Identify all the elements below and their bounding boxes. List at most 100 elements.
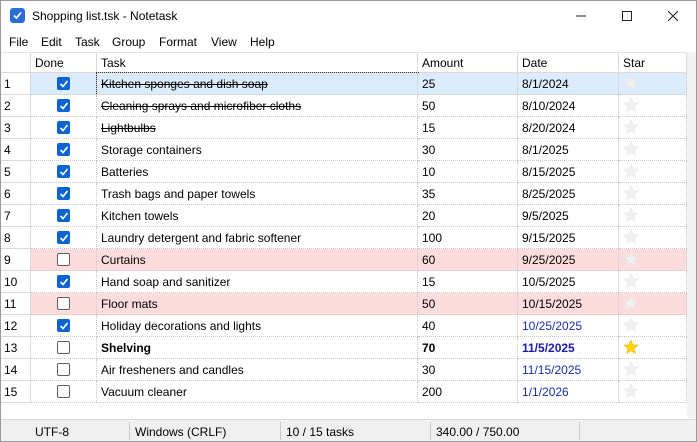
date-cell[interactable]: 10/25/2025 — [518, 315, 619, 337]
star-empty-icon[interactable] — [623, 295, 639, 314]
date-cell[interactable]: 9/5/2025 — [518, 205, 619, 227]
done-checkbox[interactable] — [57, 341, 70, 354]
task-row[interactable]: 11 Floor mats 50 10/15/2025 — [1, 293, 687, 315]
amount-cell[interactable]: 40 — [418, 315, 518, 337]
star-empty-icon[interactable] — [623, 251, 639, 270]
task-row[interactable]: 6 Trash bags and paper towels 35 8/25/2025 — [1, 183, 687, 205]
task-cell[interactable]: Floor mats — [97, 293, 418, 315]
amount-cell[interactable]: 30 — [418, 359, 518, 381]
star-empty-icon[interactable] — [623, 361, 639, 380]
task-row[interactable]: 15 Vacuum cleaner 200 1/1/2026 — [1, 381, 687, 403]
amount-cell[interactable]: 15 — [418, 271, 518, 293]
task-row[interactable]: 4 Storage containers 30 8/1/2025 — [1, 139, 687, 161]
menu-group[interactable]: Group — [112, 35, 145, 49]
date-cell[interactable]: 8/1/2025 — [518, 139, 619, 161]
task-cell[interactable]: Laundry detergent and fabric softener — [97, 227, 418, 249]
task-row[interactable]: 8 Laundry detergent and fabric softener 10… — [1, 227, 687, 249]
date-cell[interactable]: 10/5/2025 — [518, 271, 619, 293]
amount-cell[interactable]: 200 — [418, 381, 518, 403]
done-checkbox[interactable] — [57, 385, 70, 398]
star-empty-icon[interactable] — [623, 119, 639, 138]
star-empty-icon[interactable] — [623, 141, 639, 160]
task-grid[interactable]: Done Task Amount Date Star 1 Kitchen spon… — [1, 52, 687, 418]
star-empty-icon[interactable] — [623, 207, 639, 226]
amount-cell[interactable]: 15 — [418, 117, 518, 139]
star-empty-icon[interactable] — [623, 75, 639, 94]
task-row[interactable]: 12 Holiday decorations and lights 40 10/25/… — [1, 315, 687, 337]
task-cell[interactable]: Hand soap and sanitizer — [97, 271, 418, 293]
star-empty-icon[interactable] — [623, 185, 639, 204]
date-cell[interactable]: 8/1/2024 — [518, 73, 619, 95]
column-header-date[interactable]: Date — [518, 53, 619, 73]
amount-cell[interactable]: 70 — [418, 337, 518, 359]
menu-format[interactable]: Format — [159, 35, 197, 49]
task-cell[interactable]: Lightbulbs — [97, 117, 418, 139]
task-cell[interactable]: Batteries — [97, 161, 418, 183]
done-checkbox[interactable] — [57, 253, 70, 266]
column-header-amount[interactable]: Amount — [418, 53, 518, 73]
done-checkbox[interactable] — [57, 165, 70, 178]
date-cell[interactable]: 8/10/2024 — [518, 95, 619, 117]
amount-cell[interactable]: 10 — [418, 161, 518, 183]
star-empty-icon[interactable] — [623, 273, 639, 292]
column-header-done[interactable]: Done — [31, 53, 97, 73]
task-cell[interactable]: Trash bags and paper towels — [97, 183, 418, 205]
task-cell[interactable]: Air fresheners and candles — [97, 359, 418, 381]
menu-task[interactable]: Task — [75, 35, 100, 49]
star-empty-icon[interactable] — [623, 97, 639, 116]
task-cell[interactable]: Vacuum cleaner — [97, 381, 418, 403]
task-cell[interactable]: Cleaning sprays and microfiber cloths — [97, 95, 418, 117]
star-empty-icon[interactable] — [623, 229, 639, 248]
task-row[interactable]: 10 Hand soap and sanitizer 15 10/5/2025 — [1, 271, 687, 293]
menu-edit[interactable]: Edit — [41, 35, 62, 49]
amount-cell[interactable]: 25 — [418, 73, 518, 95]
vertical-scrollbar[interactable] — [687, 52, 696, 418]
date-cell[interactable]: 8/20/2024 — [518, 117, 619, 139]
done-checkbox[interactable] — [57, 143, 70, 156]
date-cell[interactable]: 9/25/2025 — [518, 249, 619, 271]
amount-cell[interactable]: 50 — [418, 95, 518, 117]
menu-help[interactable]: Help — [250, 35, 275, 49]
task-row[interactable]: 2 Cleaning sprays and microfiber cloths 50… — [1, 95, 687, 117]
date-cell[interactable]: 9/15/2025 — [518, 227, 619, 249]
task-cell[interactable]: Holiday decorations and lights — [97, 315, 418, 337]
task-row[interactable]: 1 Kitchen sponges and dish soap 25 8/1/2024 — [1, 72, 687, 96]
done-checkbox[interactable] — [57, 363, 70, 376]
amount-cell[interactable]: 30 — [418, 139, 518, 161]
column-header-star[interactable]: Star — [619, 53, 687, 73]
task-cell[interactable]: Storage containers — [97, 139, 418, 161]
star-empty-icon[interactable] — [623, 317, 639, 336]
task-cell[interactable]: Kitchen towels — [97, 205, 418, 227]
done-checkbox[interactable] — [57, 319, 70, 332]
done-checkbox[interactable] — [57, 187, 70, 200]
maximize-button[interactable] — [604, 1, 650, 31]
done-checkbox[interactable] — [57, 209, 70, 222]
amount-cell[interactable]: 35 — [418, 183, 518, 205]
menu-file[interactable]: File — [9, 35, 28, 49]
done-checkbox[interactable] — [57, 99, 70, 112]
done-checkbox[interactable] — [57, 77, 70, 90]
task-cell[interactable]: Kitchen sponges and dish soap — [96, 72, 419, 96]
task-row[interactable]: 7 Kitchen towels 20 9/5/2025 — [1, 205, 687, 227]
star-filled-icon[interactable] — [623, 339, 639, 358]
column-header-task[interactable]: Task — [97, 53, 418, 73]
done-checkbox[interactable] — [57, 275, 70, 288]
date-cell[interactable]: 11/15/2025 — [518, 359, 619, 381]
date-cell[interactable]: 8/15/2025 — [518, 161, 619, 183]
done-checkbox[interactable] — [57, 297, 70, 310]
minimize-button[interactable] — [558, 1, 604, 31]
task-row[interactable]: 14 Air fresheners and candles 30 11/15/2025 — [1, 359, 687, 381]
task-row[interactable]: 3 Lightbulbs 15 8/20/2024 — [1, 117, 687, 139]
star-empty-icon[interactable] — [623, 383, 639, 402]
star-empty-icon[interactable] — [623, 163, 639, 182]
date-cell[interactable]: 11/5/2025 — [518, 337, 619, 359]
close-button[interactable] — [650, 1, 696, 31]
amount-cell[interactable]: 60 — [418, 249, 518, 271]
task-cell[interactable]: Curtains — [97, 249, 418, 271]
amount-cell[interactable]: 100 — [418, 227, 518, 249]
done-checkbox[interactable] — [57, 121, 70, 134]
task-row[interactable]: 13 Shelving 70 11/5/2025 — [1, 337, 687, 359]
task-row[interactable]: 5 Batteries 10 8/15/2025 — [1, 161, 687, 183]
task-row[interactable]: 9 Curtains 60 9/25/2025 — [1, 249, 687, 271]
date-cell[interactable]: 1/1/2026 — [518, 381, 619, 403]
